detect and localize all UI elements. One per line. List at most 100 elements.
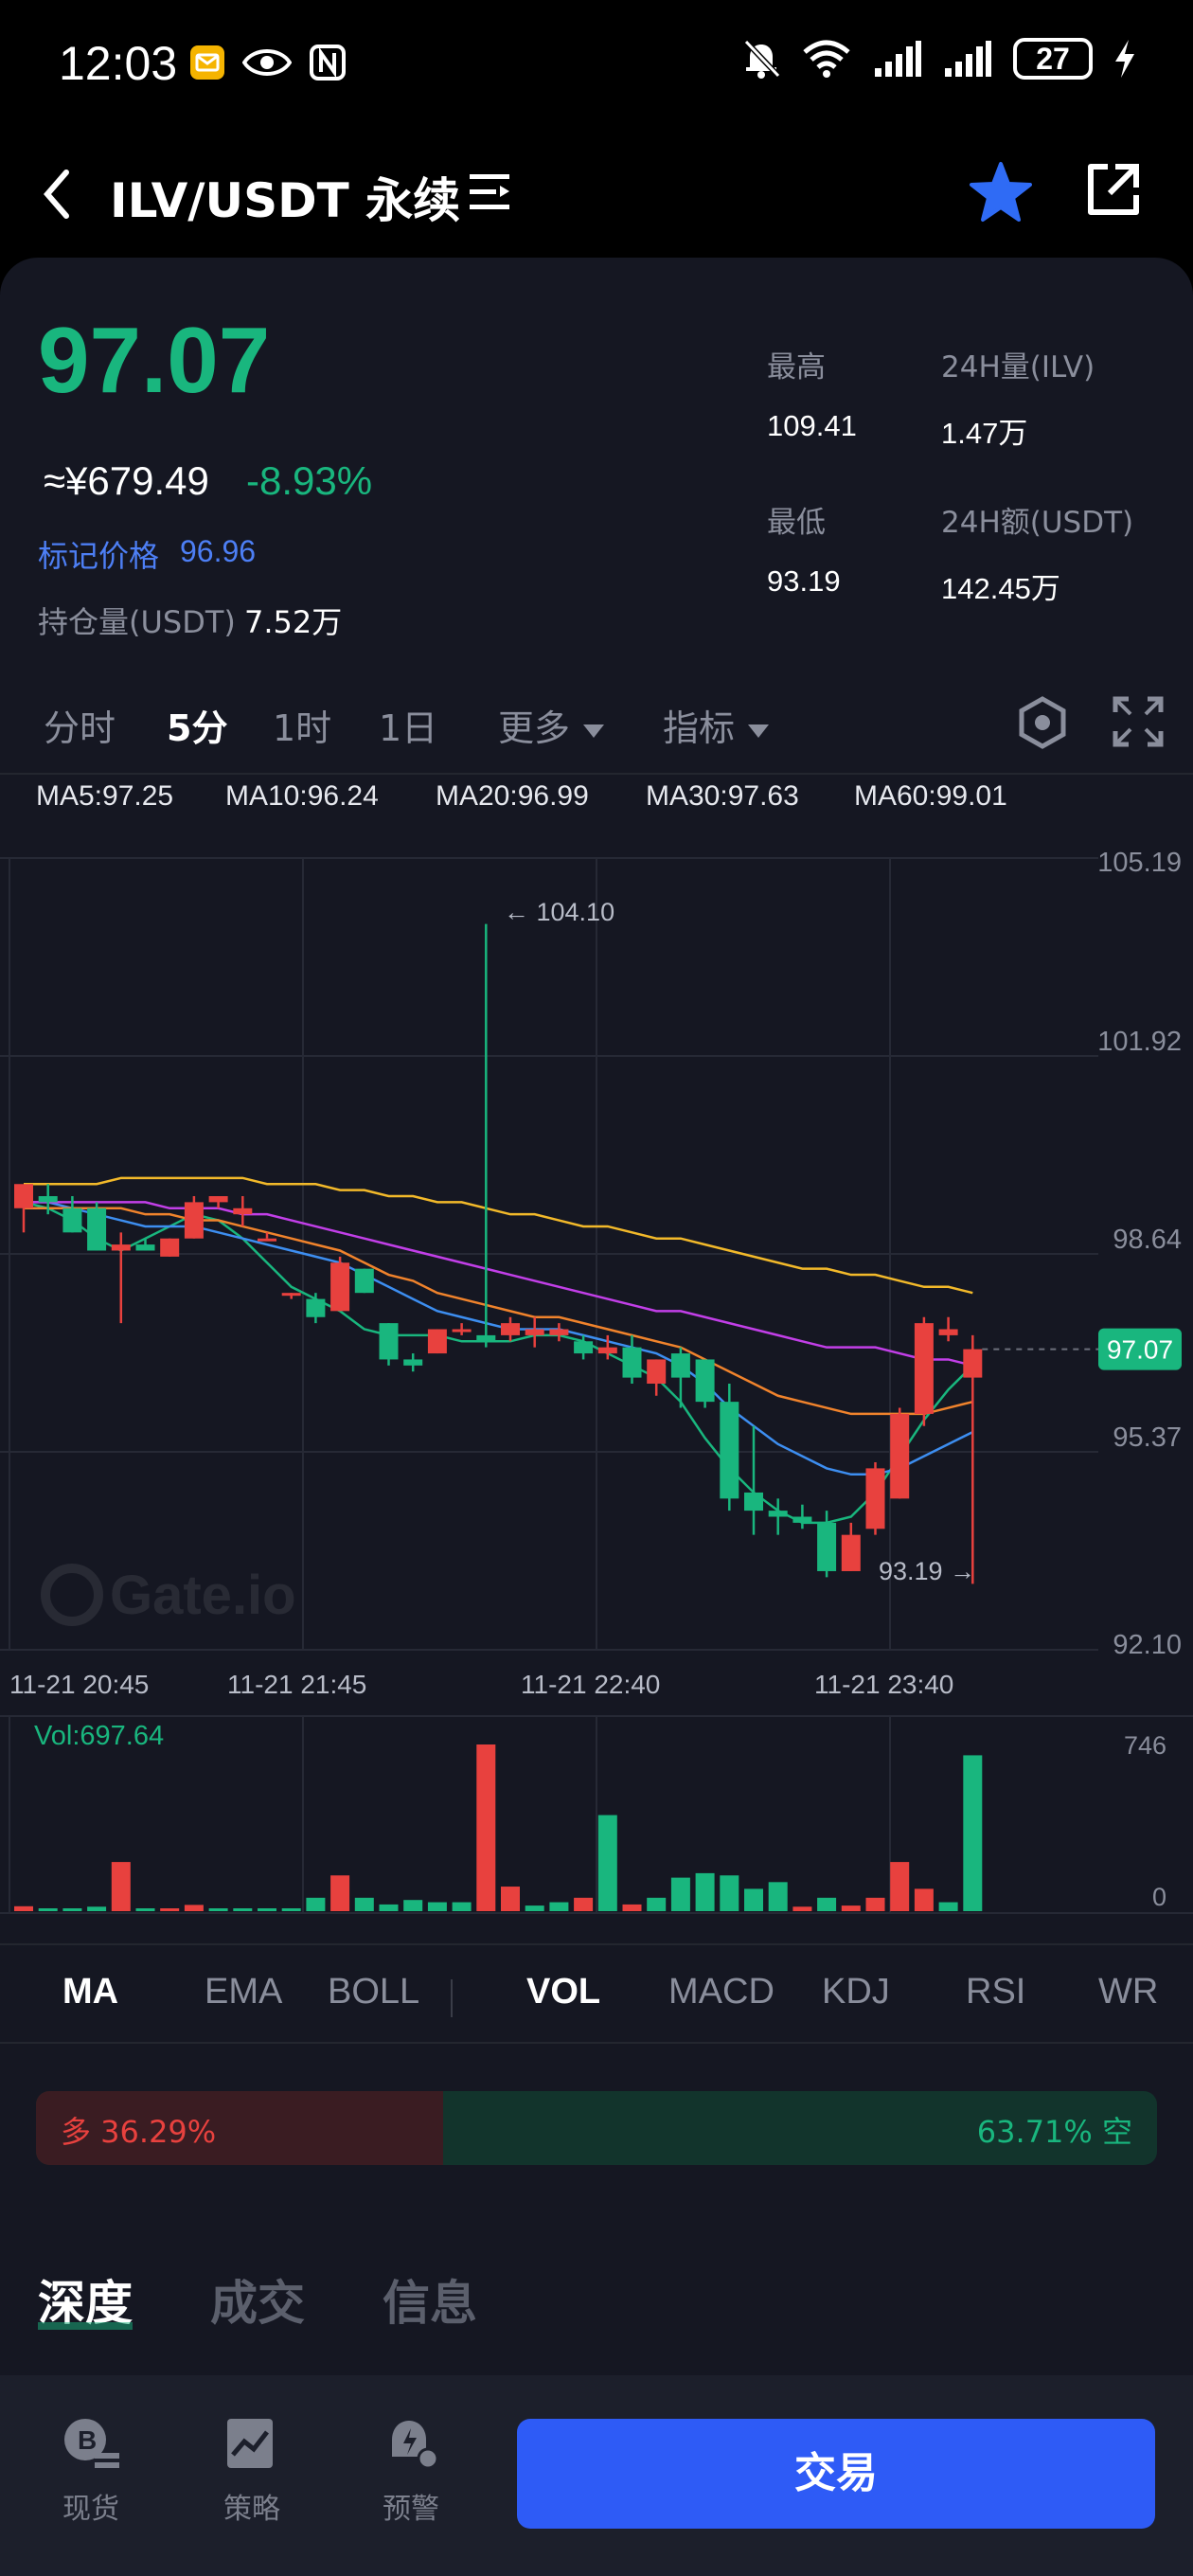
- nav-strategy[interactable]: 策略: [195, 2417, 309, 2527]
- volume-bar: [647, 1897, 667, 1911]
- volume-bar: [501, 1887, 520, 1911]
- volume-bar: [963, 1755, 983, 1911]
- status-time: 12:03: [59, 37, 178, 90]
- share-external-icon[interactable]: [1081, 159, 1144, 222]
- y-tick-label: 105.19: [1097, 848, 1182, 878]
- main-panel: 97.07 ≈¥679.49 -8.93% 标记价格 96.96 持仓量(USD…: [0, 258, 1193, 2576]
- svg-text:Gate.io: Gate.io: [110, 1565, 296, 1626]
- candle-body: [379, 1323, 399, 1360]
- message-app-icon: [190, 45, 224, 80]
- tab-wr[interactable]: WR: [1098, 1972, 1158, 2012]
- tab-vol[interactable]: VOL: [526, 1972, 600, 2012]
- volume-bar: [354, 1897, 374, 1911]
- candle-body: [62, 1208, 82, 1233]
- volume-bar: [208, 1908, 228, 1911]
- tab-rsi[interactable]: RSI: [966, 1972, 1025, 2012]
- candle-body: [452, 1329, 472, 1333]
- volume-bar: [379, 1904, 399, 1911]
- trade-button[interactable]: 交易: [517, 2419, 1155, 2529]
- candle-body: [427, 1329, 447, 1354]
- charging-bolt-icon: [1115, 40, 1134, 78]
- pair-title[interactable]: ILV/USDT 永续: [110, 163, 460, 231]
- candle-body: [233, 1208, 253, 1215]
- candle-body: [476, 1334, 496, 1342]
- favorite-star-icon[interactable]: [968, 159, 1034, 225]
- volume-bar: [258, 1908, 276, 1911]
- strategy-chart-icon: [227, 2419, 273, 2468]
- volume-bar: [184, 1905, 204, 1911]
- indicator-separator: [451, 1979, 453, 2017]
- volume-bar: [135, 1908, 155, 1911]
- low-annotation: 93.19 →: [879, 1557, 975, 1585]
- mute-bell-icon: [743, 39, 780, 79]
- svg-text:B: B: [78, 2425, 97, 2455]
- candle-body: [525, 1329, 544, 1335]
- volume-bar: [574, 1897, 594, 1911]
- candle-body: [890, 1413, 910, 1499]
- candle-body: [14, 1184, 33, 1208]
- y-tick-label: 95.37: [1113, 1422, 1182, 1453]
- divider: [0, 2042, 1193, 2044]
- current-price-tag: 97.07: [1107, 1335, 1173, 1365]
- candle-body: [938, 1329, 958, 1335]
- volume-max-label: 746: [1124, 1731, 1166, 1760]
- bottom-nav: B 现货 策略 预警 交易: [0, 2375, 1193, 2576]
- volume-bar: [525, 1905, 544, 1911]
- candlestick-chart[interactable]: Gate.io ← 104.10 93.19 → 97.07 Vol:697.64 7…: [0, 258, 1193, 1924]
- tab-boll[interactable]: BOLL: [328, 1972, 419, 2012]
- volume-label: Vol:697.64: [34, 1721, 164, 1751]
- volume-bar: [865, 1897, 885, 1911]
- candle-body: [330, 1262, 350, 1312]
- candle-body: [841, 1534, 861, 1571]
- chart-annotations: ← 104.10 93.19 → 97.07: [504, 898, 1182, 1585]
- candle-body: [258, 1238, 276, 1242]
- candle-body: [281, 1293, 301, 1297]
- status-left-icons: [189, 44, 347, 81]
- candle-body: [963, 1349, 983, 1378]
- x-tick-label: 11-21 23:40: [814, 1670, 953, 1699]
- candle-body: [38, 1196, 58, 1203]
- short-ratio: 63.71% 空: [976, 2114, 1132, 2150]
- volume-bar: [792, 1906, 812, 1911]
- tab-kdj[interactable]: KDJ: [822, 1972, 890, 2012]
- x-tick-label: 11-21 20:45: [9, 1670, 149, 1699]
- candle-body: [135, 1244, 155, 1251]
- back-arrow-icon[interactable]: [34, 163, 76, 225]
- candle-body: [647, 1359, 667, 1384]
- candle-body: [574, 1341, 594, 1354]
- tab-macd[interactable]: MACD: [668, 1972, 775, 2012]
- candle-body: [720, 1402, 739, 1499]
- candle-body: [744, 1492, 763, 1512]
- nav-alert-label: 预警: [383, 2493, 439, 2526]
- candle-body: [597, 1347, 617, 1354]
- tab-ema[interactable]: EMA: [205, 1972, 282, 2012]
- candle-body: [184, 1202, 204, 1239]
- x-tick-label: 11-21 22:40: [521, 1670, 660, 1699]
- gate-watermark: Gate.io: [41, 1564, 296, 1626]
- volume-bar: [744, 1888, 763, 1911]
- alert-bell-icon: [392, 2421, 439, 2470]
- volume-bar: [427, 1902, 447, 1911]
- candle-body: [501, 1323, 520, 1335]
- volume-bar: [914, 1888, 934, 1911]
- pair-menu-icon[interactable]: [468, 170, 511, 214]
- status-bar: 12:03 27: [0, 0, 1193, 142]
- tab-info[interactable]: 信息: [383, 2265, 477, 2334]
- volume-bar: [14, 1905, 33, 1911]
- tab-trades[interactable]: 成交: [210, 2265, 305, 2334]
- candle-body: [670, 1353, 690, 1378]
- nav-spot[interactable]: B 现货: [34, 2417, 148, 2527]
- candle-body: [306, 1298, 326, 1317]
- candle-body: [792, 1516, 812, 1523]
- volume-zero-label: 0: [1152, 1883, 1166, 1911]
- signal-icon-2: [945, 41, 991, 77]
- nfc-icon: [310, 45, 346, 80]
- long-ratio: 多 36.29%: [61, 2114, 217, 2150]
- y-tick-label: 101.92: [1097, 1027, 1182, 1057]
- nav-alert[interactable]: 预警: [354, 2417, 468, 2527]
- candle-body: [403, 1359, 423, 1366]
- tab-ma[interactable]: MA: [62, 1972, 118, 2012]
- candle-body: [208, 1196, 228, 1203]
- header: ILV/USDT 永续: [0, 142, 1193, 260]
- nav-spot-label: 现货: [62, 2493, 119, 2526]
